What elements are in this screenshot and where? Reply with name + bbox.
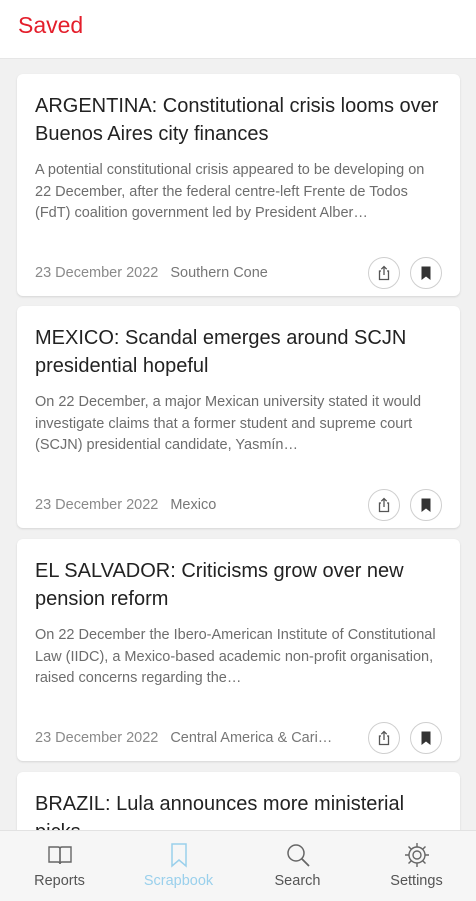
tab-reports[interactable]: Reports	[0, 831, 119, 901]
article-title[interactable]: BRAZIL: Lula announces more ministerial …	[35, 790, 442, 830]
bookmark-icon	[170, 843, 187, 868]
bookmark-button[interactable]	[410, 257, 442, 289]
article-summary: On 22 December the Ibero-American Instit…	[35, 627, 436, 686]
bottom-tab-bar: Reports Scrapbook Search Settings	[0, 830, 476, 901]
article-region: Southern Cone	[170, 265, 268, 281]
article-meta: 23 December 2022 Southern Cone	[35, 250, 442, 296]
tab-settings[interactable]: Settings	[357, 831, 476, 901]
search-icon	[286, 844, 310, 867]
share-button[interactable]	[368, 722, 400, 754]
article-date: 23 December 2022	[35, 265, 159, 281]
share-button[interactable]	[368, 489, 400, 521]
article-summary: On 22 December, a major Mexican universi…	[35, 394, 422, 453]
tab-scrapbook[interactable]: Scrapbook	[119, 831, 238, 901]
tab-label: Search	[274, 873, 321, 889]
article-title[interactable]: MEXICO: Scandal emerges around SCJN pres…	[35, 324, 442, 380]
bookmark-filled-icon	[421, 266, 431, 280]
bookmark-filled-icon	[421, 498, 431, 512]
bookmark-button[interactable]	[410, 489, 442, 521]
share-button[interactable]	[368, 257, 400, 289]
app-header: Saved	[0, 0, 476, 59]
page-title: Saved	[18, 12, 84, 38]
tab-label: Scrapbook	[143, 873, 214, 889]
article-card[interactable]: ARGENTINA: Constitutional crisis looms o…	[17, 74, 460, 296]
tab-search[interactable]: Search	[238, 831, 357, 901]
share-icon	[378, 730, 390, 746]
article-date: 23 December 2022	[35, 730, 159, 746]
article-meta: 23 December 2022 Mexico	[35, 482, 442, 528]
article-card[interactable]: BRAZIL: Lula announces more ministerial …	[17, 772, 460, 830]
article-card[interactable]: MEXICO: Scandal emerges around SCJN pres…	[17, 306, 460, 528]
share-icon	[378, 497, 390, 513]
bookmark-button[interactable]	[410, 722, 442, 754]
article-region: Central America & Caribbean	[170, 730, 341, 746]
share-icon	[378, 265, 390, 281]
tab-label: Settings	[390, 873, 443, 889]
article-title[interactable]: ARGENTINA: Constitutional crisis looms o…	[35, 92, 442, 148]
tab-label: Reports	[34, 873, 85, 889]
article-title[interactable]: EL SALVADOR: Criticisms grow over new pe…	[35, 557, 442, 613]
article-meta: 23 December 2022 Central America & Carib…	[35, 715, 442, 761]
book-icon	[47, 846, 72, 865]
gear-icon	[404, 843, 429, 867]
bookmark-filled-icon	[421, 731, 431, 745]
article-card[interactable]: EL SALVADOR: Criticisms grow over new pe…	[17, 539, 460, 761]
article-summary: A potential constitutional crisis appear…	[35, 162, 425, 221]
article-region: Mexico	[170, 497, 217, 513]
saved-articles-list[interactable]: ARGENTINA: Constitutional crisis looms o…	[0, 58, 476, 830]
article-date: 23 December 2022	[35, 497, 159, 513]
